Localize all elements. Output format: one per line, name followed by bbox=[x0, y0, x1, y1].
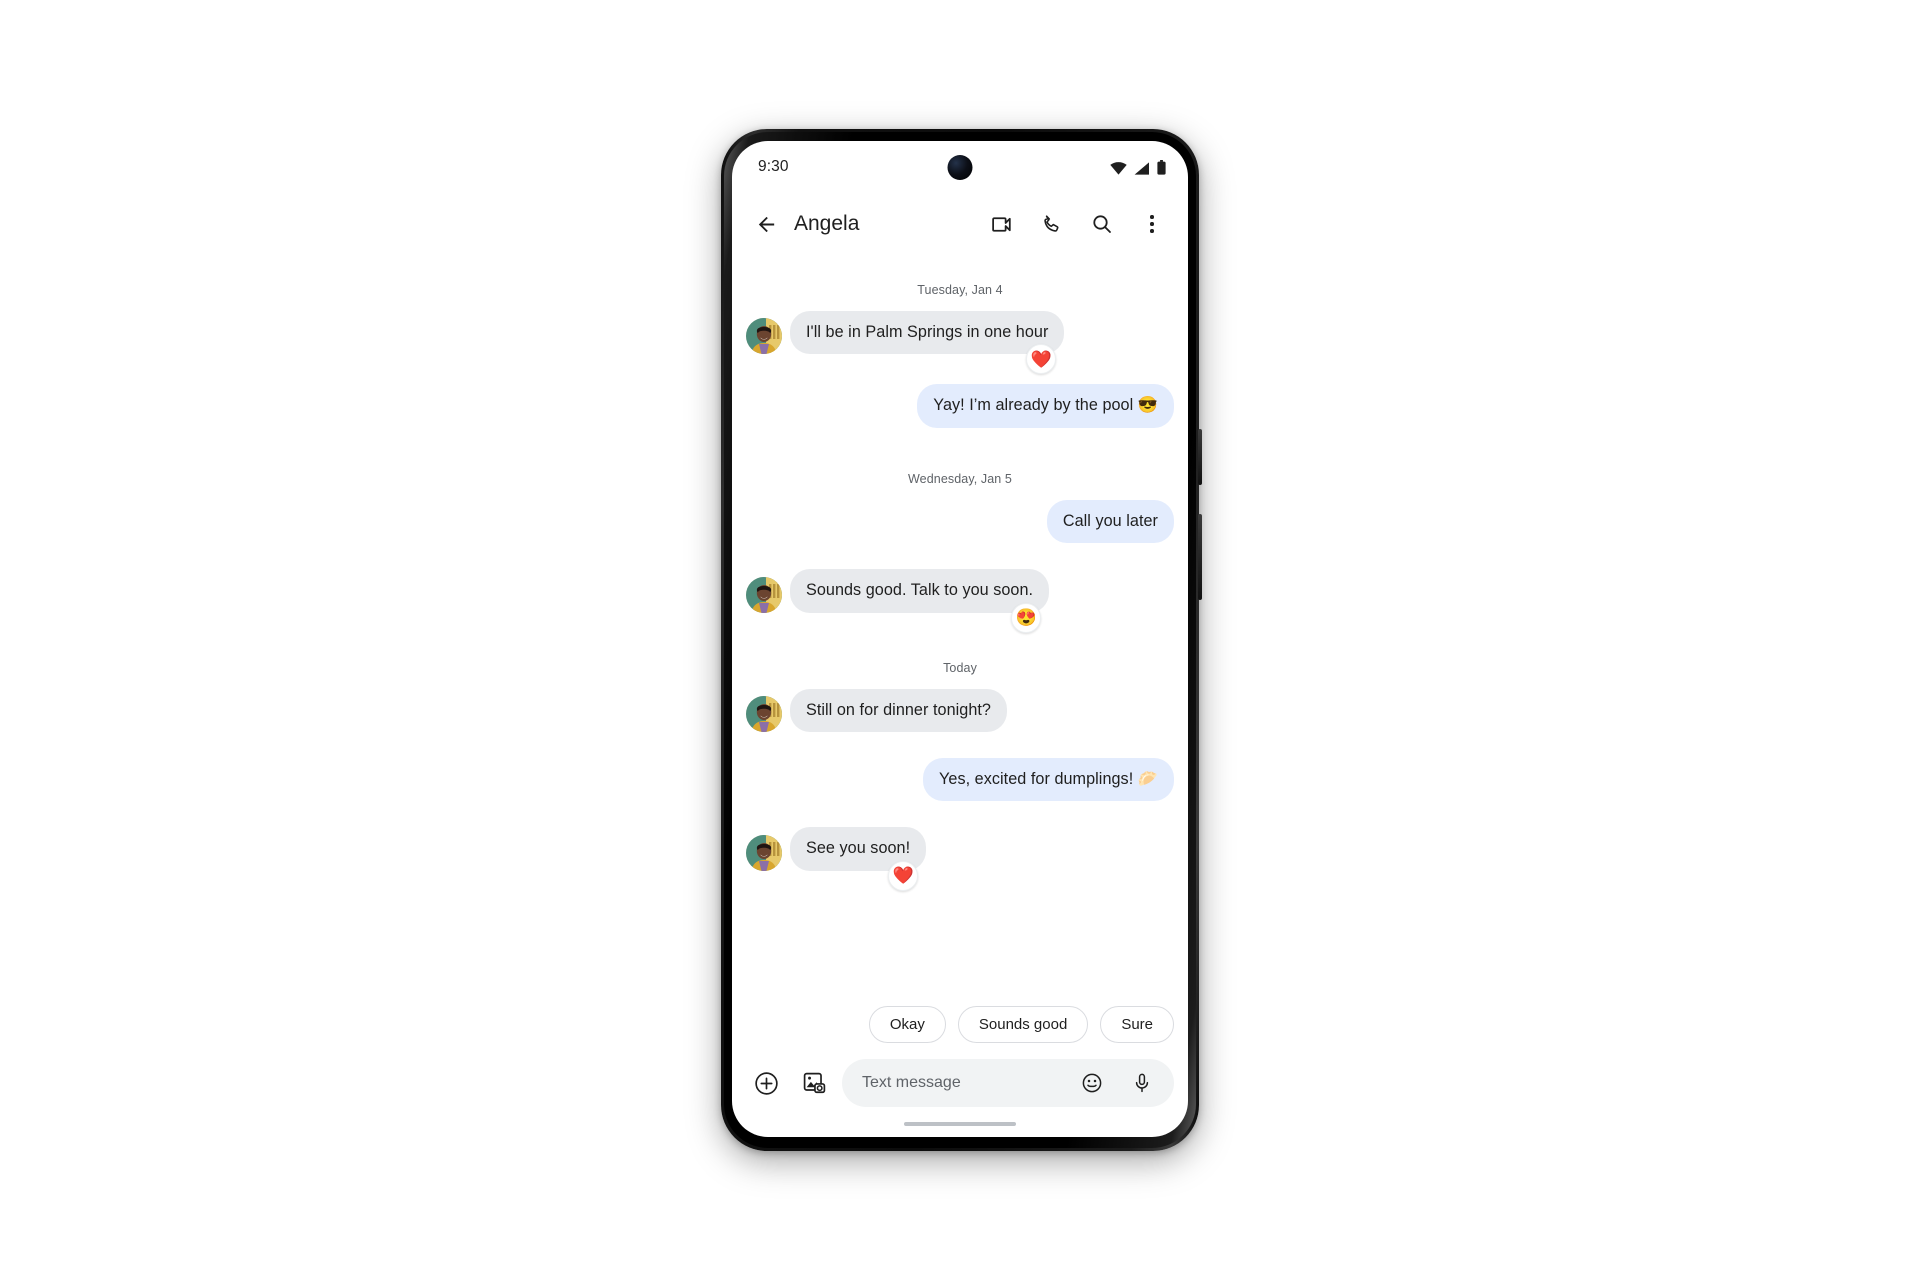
status-bar-system-icons bbox=[1110, 159, 1166, 175]
message-bubble[interactable]: Sounds good. Talk to you soon. 😍 bbox=[790, 569, 1050, 633]
date-divider: Tuesday, Jan 4 bbox=[917, 283, 1003, 297]
message-text: Yes, excited for dumplings! 🥟 bbox=[939, 770, 1158, 789]
battery-icon bbox=[1157, 159, 1166, 175]
kebab-dots bbox=[1150, 215, 1154, 233]
date-divider: Wednesday, Jan 5 bbox=[908, 471, 1012, 486]
avatar bbox=[746, 318, 782, 355]
message-thread[interactable]: Tuesday, Jan 4 I'll be in Palm Springs i… bbox=[732, 255, 1188, 998]
avatar bbox=[746, 576, 782, 613]
conversation-app-bar: Angela bbox=[732, 193, 1188, 255]
message-row[interactable]: See you soon! ❤️ bbox=[746, 827, 1174, 891]
reaction-badge[interactable]: ❤️ bbox=[1026, 344, 1057, 375]
video-call-icon[interactable] bbox=[982, 204, 1022, 244]
message-row[interactable]: Yes, excited for dumplings! 🥟 bbox=[746, 758, 1174, 802]
message-input-field[interactable]: Text message bbox=[842, 1059, 1174, 1107]
plus-circle-icon[interactable] bbox=[746, 1063, 786, 1103]
message-bubble[interactable]: Yay! I’m already by the pool 😎 bbox=[917, 384, 1174, 428]
message-bubble[interactable]: Call you later bbox=[1046, 499, 1174, 544]
avatar bbox=[746, 834, 782, 871]
overflow-menu-icon[interactable] bbox=[1132, 204, 1172, 244]
search-icon[interactable] bbox=[1082, 204, 1122, 244]
power-button[interactable] bbox=[1198, 429, 1202, 485]
status-bar-clock: 9:30 bbox=[758, 158, 789, 175]
message-text: Still on for dinner tonight? bbox=[806, 700, 991, 719]
smart-reply-chip-okay[interactable]: Okay bbox=[868, 1006, 946, 1043]
reaction-badge[interactable]: ❤️ bbox=[888, 860, 919, 891]
reaction-badge[interactable]: 😍 bbox=[1011, 602, 1042, 633]
message-row[interactable]: Call you later bbox=[746, 499, 1174, 544]
status-bar: 9:30 bbox=[732, 141, 1188, 193]
phone-device-frame: 9:30 Angela Tuesday, Jan 4 I'll be in Pa… bbox=[721, 129, 1202, 1151]
message-bubble[interactable]: Yes, excited for dumplings! 🥟 bbox=[923, 758, 1174, 802]
message-text: See you soon! bbox=[806, 839, 911, 858]
message-text: Sounds good. Talk to you soon. bbox=[806, 581, 1034, 600]
phone-call-icon[interactable] bbox=[1032, 204, 1072, 244]
message-bubble[interactable]: See you soon! ❤️ bbox=[790, 827, 927, 891]
wifi-icon bbox=[1110, 161, 1127, 175]
phone-screen: 9:30 Angela Tuesday, Jan 4 I'll be in Pa… bbox=[732, 141, 1188, 1137]
cellular-signal-icon bbox=[1134, 161, 1150, 175]
message-row[interactable]: Sounds good. Talk to you soon. 😍 bbox=[746, 569, 1174, 633]
smart-reply-chip-row: Okay Sounds good Sure bbox=[732, 998, 1188, 1053]
smart-reply-chip-sounds-good[interactable]: Sounds good bbox=[957, 1006, 1089, 1043]
page-title: Angela bbox=[794, 212, 860, 235]
message-bubble[interactable]: I'll be in Palm Springs in one hour ❤️ bbox=[790, 311, 1065, 375]
emoji-smiley-icon[interactable] bbox=[1072, 1063, 1112, 1103]
message-text: Yay! I’m already by the pool 😎 bbox=[933, 396, 1158, 415]
microphone-icon[interactable] bbox=[1122, 1063, 1162, 1103]
smart-reply-chip-sure[interactable]: Sure bbox=[1100, 1006, 1174, 1043]
screenshot-canvas: 9:30 Angela Tuesday, Jan 4 I'll be in Pa… bbox=[0, 0, 1920, 1280]
message-row[interactable]: I'll be in Palm Springs in one hour ❤️ bbox=[746, 311, 1174, 375]
compose-bar: Text message bbox=[732, 1053, 1188, 1111]
back-arrow-icon[interactable] bbox=[746, 204, 786, 244]
avatar bbox=[746, 696, 782, 733]
gesture-home-pill[interactable] bbox=[904, 1122, 1016, 1126]
gallery-camera-icon[interactable] bbox=[794, 1063, 834, 1103]
message-text: Call you later bbox=[1062, 511, 1158, 530]
gesture-navigation-bar[interactable] bbox=[732, 1111, 1188, 1137]
date-divider: Today bbox=[943, 660, 977, 675]
message-input-placeholder: Text message bbox=[862, 1074, 961, 1091]
volume-button[interactable] bbox=[1198, 514, 1202, 600]
message-bubble[interactable]: Still on for dinner tonight? bbox=[790, 688, 1007, 733]
app-bar-actions bbox=[982, 204, 1172, 244]
message-row[interactable]: Still on for dinner tonight? bbox=[746, 688, 1174, 733]
front-camera-punch-hole bbox=[947, 155, 973, 180]
message-text: I'll be in Palm Springs in one hour bbox=[806, 323, 1049, 341]
message-row[interactable]: Yay! I’m already by the pool 😎 bbox=[746, 384, 1174, 428]
